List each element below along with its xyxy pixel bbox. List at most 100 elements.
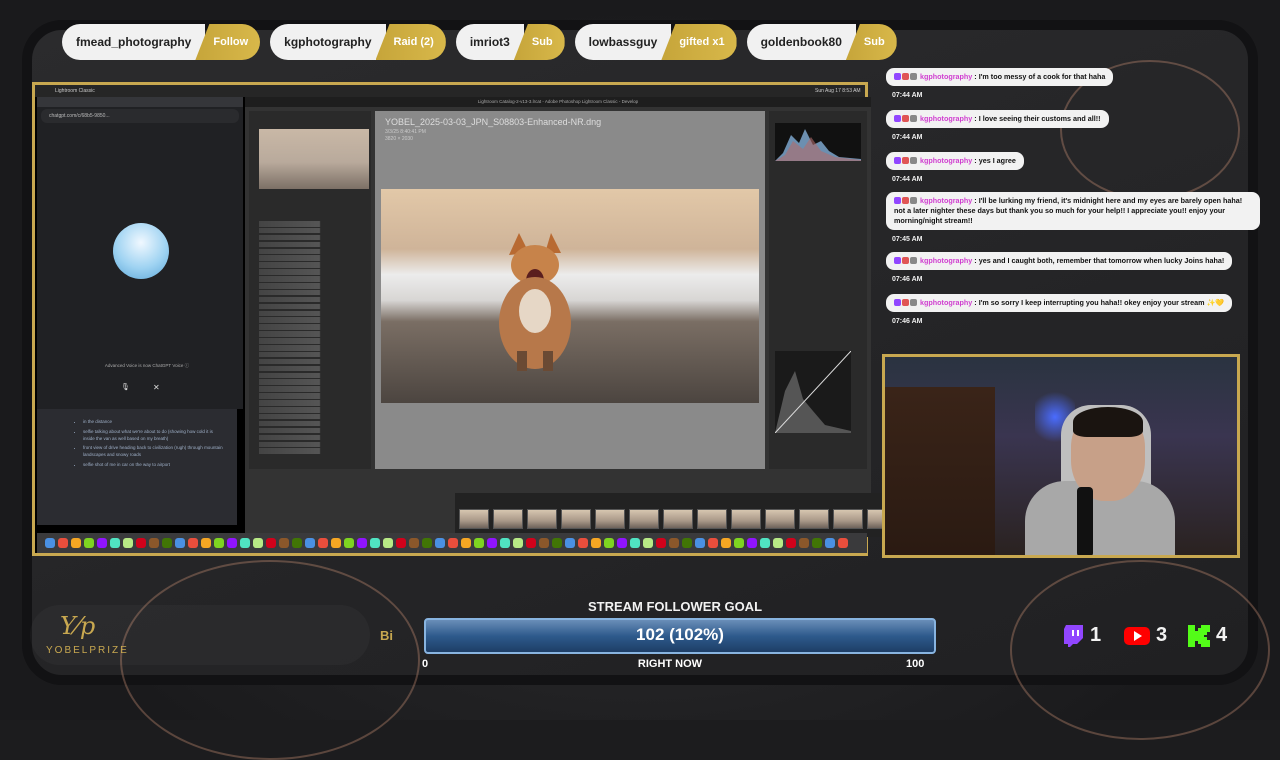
- dock-app-icon[interactable]: [812, 538, 822, 548]
- dock-app-icon[interactable]: [487, 538, 497, 548]
- dock-app-icon[interactable]: [825, 538, 835, 548]
- dock-app-icon[interactable]: [253, 538, 263, 548]
- dock-app-icon[interactable]: [383, 538, 393, 548]
- dock-app-icon[interactable]: [721, 538, 731, 548]
- filmstrip-thumb[interactable]: [561, 509, 591, 529]
- dock-app-icon[interactable]: [409, 538, 419, 548]
- filmstrip-thumb[interactable]: [527, 509, 557, 529]
- dock-app-icon[interactable]: [591, 538, 601, 548]
- preset-row[interactable]: [259, 400, 369, 406]
- preset-row[interactable]: [259, 248, 369, 255]
- tone-curve[interactable]: [775, 351, 851, 433]
- preset-row[interactable]: [259, 351, 369, 358]
- fox-photo[interactable]: [381, 189, 759, 403]
- dock-app-icon[interactable]: [344, 538, 354, 548]
- filmstrip-thumb[interactable]: [833, 509, 863, 529]
- preset-row[interactable]: [259, 331, 369, 337]
- preset-row[interactable]: [259, 358, 369, 365]
- dock-app-icon[interactable]: [513, 538, 523, 548]
- dock-app-icon[interactable]: [734, 538, 744, 548]
- dock-app-icon[interactable]: [318, 538, 328, 548]
- dock-app-icon[interactable]: [773, 538, 783, 548]
- address-bar[interactable]: chatgpt.com/c/68b5-9850...: [41, 109, 239, 123]
- dock-app-icon[interactable]: [708, 538, 718, 548]
- browser-tabs[interactable]: [37, 97, 243, 107]
- dock-app-icon[interactable]: [240, 538, 250, 548]
- preset-row[interactable]: [259, 386, 369, 392]
- dock-app-icon[interactable]: [539, 538, 549, 548]
- preset-row[interactable]: [259, 420, 369, 427]
- preset-row[interactable]: [259, 345, 369, 351]
- preset-row[interactable]: [259, 317, 369, 323]
- preset-row[interactable]: [259, 310, 369, 317]
- preset-row[interactable]: [259, 372, 369, 379]
- preset-row[interactable]: [259, 296, 369, 303]
- preset-row[interactable]: [259, 227, 369, 234]
- mic-icon[interactable]: 🎙: [121, 383, 130, 391]
- dock-app-icon[interactable]: [526, 538, 536, 548]
- preset-row[interactable]: [259, 255, 369, 261]
- dock-app-icon[interactable]: [643, 538, 653, 548]
- filmstrip-thumb[interactable]: [459, 509, 489, 529]
- dock-app-icon[interactable]: [292, 538, 302, 548]
- dock-app-icon[interactable]: [227, 538, 237, 548]
- dock-app-icon[interactable]: [58, 538, 68, 548]
- preset-row[interactable]: [259, 303, 369, 310]
- dock-app-icon[interactable]: [97, 538, 107, 548]
- dock-app-icon[interactable]: [604, 538, 614, 548]
- dock-app-icon[interactable]: [149, 538, 159, 548]
- dock-app-icon[interactable]: [617, 538, 627, 548]
- filmstrip-thumb[interactable]: [493, 509, 523, 529]
- dock-app-icon[interactable]: [422, 538, 432, 548]
- dock-app-icon[interactable]: [448, 538, 458, 548]
- preset-row[interactable]: [259, 365, 369, 372]
- dock-app-icon[interactable]: [370, 538, 380, 548]
- preset-row[interactable]: [259, 269, 369, 275]
- dock-app-icon[interactable]: [331, 538, 341, 548]
- dock-app-icon[interactable]: [799, 538, 809, 548]
- preset-row[interactable]: [259, 393, 369, 399]
- dock-app-icon[interactable]: [669, 538, 679, 548]
- filmstrip-thumb[interactable]: [697, 509, 727, 529]
- dock-app-icon[interactable]: [188, 538, 198, 548]
- preset-row[interactable]: [259, 234, 369, 241]
- preset-row[interactable]: [259, 407, 369, 413]
- dock-app-icon[interactable]: [123, 538, 133, 548]
- dock-app-icon[interactable]: [357, 538, 367, 548]
- filmstrip-thumb[interactable]: [629, 509, 659, 529]
- dock-app-icon[interactable]: [656, 538, 666, 548]
- filmstrip-thumb[interactable]: [799, 509, 829, 529]
- dock-app-icon[interactable]: [279, 538, 289, 548]
- preset-row[interactable]: [259, 441, 369, 447]
- dock-app-icon[interactable]: [786, 538, 796, 548]
- dock-app-icon[interactable]: [760, 538, 770, 548]
- navigator-preview[interactable]: [259, 129, 369, 189]
- dock-app-icon[interactable]: [71, 538, 81, 548]
- preset-row[interactable]: [259, 283, 369, 289]
- dock-app-icon[interactable]: [175, 538, 185, 548]
- dock-app-icon[interactable]: [214, 538, 224, 548]
- dock-app-icon[interactable]: [84, 538, 94, 548]
- filmstrip-thumb[interactable]: [663, 509, 693, 529]
- preset-row[interactable]: [259, 241, 369, 248]
- preset-row[interactable]: [259, 221, 369, 227]
- dock-app-icon[interactable]: [500, 538, 510, 548]
- dock-app-icon[interactable]: [162, 538, 172, 548]
- dock-app-icon[interactable]: [578, 538, 588, 548]
- filmstrip-thumb[interactable]: [595, 509, 625, 529]
- dock-app-icon[interactable]: [552, 538, 562, 548]
- presets-list[interactable]: [259, 221, 369, 455]
- close-icon[interactable]: ✕: [153, 383, 160, 392]
- dock-app-icon[interactable]: [565, 538, 575, 548]
- dock-app-icon[interactable]: [305, 538, 315, 548]
- preset-row[interactable]: [259, 427, 369, 434]
- preset-row[interactable]: [259, 276, 369, 282]
- preset-row[interactable]: [259, 379, 369, 385]
- filmstrip-thumb[interactable]: [765, 509, 795, 529]
- dock-app-icon[interactable]: [266, 538, 276, 548]
- dock-app-icon[interactable]: [695, 538, 705, 548]
- preset-row[interactable]: [259, 324, 369, 330]
- preset-row[interactable]: [259, 434, 369, 441]
- dock-app-icon[interactable]: [630, 538, 640, 548]
- dock-app-icon[interactable]: [435, 538, 445, 548]
